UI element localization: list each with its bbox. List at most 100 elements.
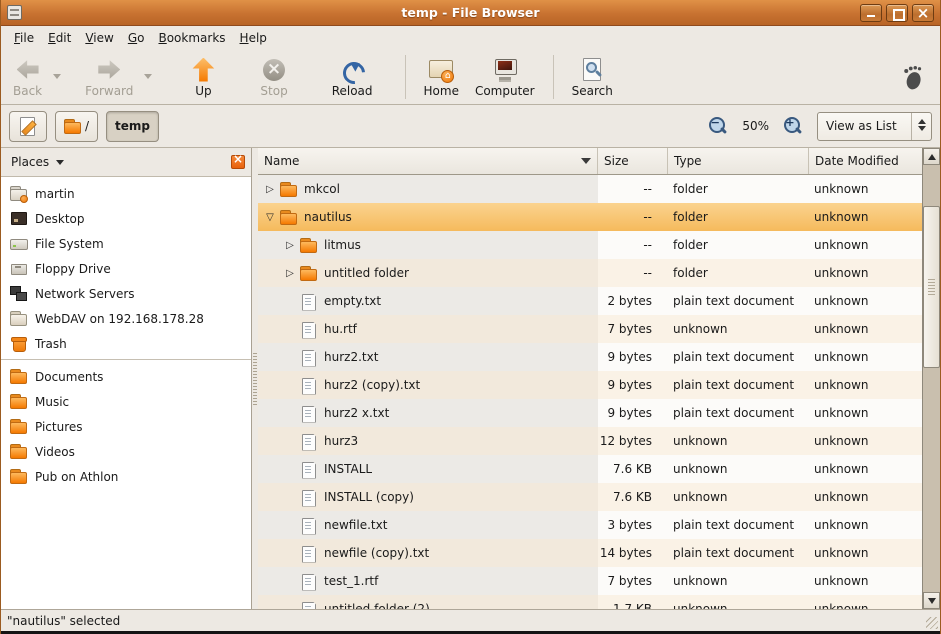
table-row[interactable]: untitled folder -- folder unknown xyxy=(258,259,922,287)
table-row[interactable]: untitled folder (2) 1.7 KB unknown unkno… xyxy=(258,595,922,609)
stop-icon xyxy=(261,57,287,83)
file-size: -- xyxy=(598,231,668,259)
toggle-location-entry-button[interactable] xyxy=(9,111,47,142)
file-name: test_1.rtf xyxy=(324,574,378,588)
sidebar-place-item[interactable]: Network Servers xyxy=(1,281,251,306)
scrollbar-thumb[interactable] xyxy=(923,206,940,368)
column-header-date-modified[interactable]: Date Modified xyxy=(809,148,940,174)
view-mode-select[interactable]: View as List xyxy=(817,112,932,141)
table-row[interactable]: INSTALL (copy) 7.6 KB unknown unknown xyxy=(258,483,922,511)
row-expander-icon[interactable] xyxy=(262,212,278,223)
stop-button[interactable]: Stop xyxy=(252,54,295,100)
file-size: 14 bytes xyxy=(598,539,668,567)
search-button[interactable]: Search xyxy=(564,54,621,100)
file-type-icon xyxy=(300,322,317,337)
file-type: unknown xyxy=(668,595,809,609)
menu-item[interactable]: Edit xyxy=(41,28,78,48)
sidebar-close-button[interactable] xyxy=(231,155,245,169)
sidebar-place-item[interactable]: Pub on Athlon xyxy=(1,464,251,489)
menu-item[interactable]: View xyxy=(78,28,120,48)
sidebar-place-item[interactable]: Floppy Drive xyxy=(1,256,251,281)
column-header-name[interactable]: Name xyxy=(258,148,598,174)
table-row[interactable]: litmus -- folder unknown xyxy=(258,231,922,259)
row-expander-icon[interactable] xyxy=(282,240,298,251)
table-row[interactable]: hurz2.txt 9 bytes plain text document un… xyxy=(258,343,922,371)
file-type: folder xyxy=(668,259,809,287)
file-date-modified: unknown xyxy=(809,427,922,455)
zoom-out-button[interactable]: − xyxy=(706,114,730,138)
zoom-level-label: 50% xyxy=(738,119,773,133)
scroll-down-button[interactable] xyxy=(923,592,940,609)
sidebar-place-item[interactable]: Trash xyxy=(1,331,251,356)
menu-item[interactable]: Bookmarks xyxy=(151,28,232,48)
zoom-in-button[interactable]: + xyxy=(781,114,805,138)
edit-location-icon xyxy=(19,117,37,135)
places-selector-button[interactable]: Places xyxy=(11,155,49,169)
table-row[interactable]: mkcol -- folder unknown xyxy=(258,175,922,203)
file-name: hurz2.txt xyxy=(324,350,378,364)
maximize-button[interactable] xyxy=(886,4,908,22)
forward-dropdown-button[interactable] xyxy=(141,57,154,97)
sidebar-place-item[interactable]: WebDAV on 192.168.178.28 xyxy=(1,306,251,331)
table-row[interactable]: hurz2 x.txt 9 bytes plain text document … xyxy=(258,399,922,427)
vertical-scrollbar[interactable] xyxy=(922,148,940,609)
row-expander-icon[interactable] xyxy=(262,184,278,195)
sidebar-place-item[interactable]: File System xyxy=(1,231,251,256)
table-row[interactable]: nautilus -- folder unknown xyxy=(258,203,922,231)
computer-button[interactable]: Computer xyxy=(467,54,543,100)
pane-grip xyxy=(253,353,257,405)
close-button[interactable] xyxy=(912,4,934,22)
home-button[interactable]: Home xyxy=(416,54,467,100)
sidebar-place-item[interactable]: Music xyxy=(1,389,251,414)
row-expander-icon[interactable] xyxy=(282,268,298,279)
file-date-modified: unknown xyxy=(809,455,922,483)
file-size: -- xyxy=(598,203,668,231)
place-icon xyxy=(10,469,27,484)
place-icon xyxy=(10,236,27,251)
table-row[interactable]: hu.rtf 7 bytes unknown unknown xyxy=(258,315,922,343)
titlebar[interactable]: temp - File Browser xyxy=(1,0,940,26)
location-bar: / temp − 50% + View as List xyxy=(1,105,940,148)
places-list-top: martin Desktop File System Flopp xyxy=(1,177,251,356)
folder-icon xyxy=(64,119,81,134)
file-type-icon xyxy=(300,602,317,610)
sidebar-place-item[interactable]: martin xyxy=(1,181,251,206)
menu-item[interactable]: Go xyxy=(121,28,152,48)
pane-divider[interactable] xyxy=(252,148,258,609)
sidebar-place-item[interactable]: Pictures xyxy=(1,414,251,439)
file-size: 7 bytes xyxy=(598,567,668,595)
column-header-size[interactable]: Size xyxy=(598,148,668,174)
scroll-up-button[interactable] xyxy=(923,148,940,165)
table-row[interactable]: newfile.txt 3 bytes plain text document … xyxy=(258,511,922,539)
table-row[interactable]: hurz2 (copy).txt 9 bytes plain text docu… xyxy=(258,371,922,399)
up-arrow-icon xyxy=(190,57,216,83)
file-type: unknown xyxy=(668,483,809,511)
back-dropdown-button[interactable] xyxy=(50,57,63,97)
file-name: untitled folder xyxy=(324,266,409,280)
column-header-type[interactable]: Type xyxy=(668,148,809,174)
sidebar-place-item[interactable]: Documents xyxy=(1,364,251,389)
scrollbar-track[interactable] xyxy=(923,165,940,592)
file-type-icon xyxy=(300,378,317,393)
reload-button[interactable]: Reload xyxy=(324,54,381,100)
table-row[interactable]: INSTALL 7.6 KB unknown unknown xyxy=(258,455,922,483)
file-type: plain text document xyxy=(668,371,809,399)
resize-grip[interactable] xyxy=(926,617,938,629)
file-type-icon xyxy=(280,182,297,197)
minimize-button[interactable] xyxy=(860,4,882,22)
table-row[interactable]: test_1.rtf 7 bytes unknown unknown xyxy=(258,567,922,595)
forward-button[interactable]: Forward xyxy=(77,54,141,100)
up-button[interactable]: Up xyxy=(182,54,224,100)
table-row[interactable]: empty.txt 2 bytes plain text document un… xyxy=(258,287,922,315)
sidebar-place-item[interactable]: Videos xyxy=(1,439,251,464)
menu-item[interactable]: Help xyxy=(233,28,274,48)
table-row[interactable]: hurz3 12 bytes unknown unknown xyxy=(258,427,922,455)
sidebar-place-item[interactable]: Desktop xyxy=(1,206,251,231)
current-folder-button[interactable]: temp xyxy=(106,111,159,142)
table-row[interactable]: newfile (copy).txt 14 bytes plain text d… xyxy=(258,539,922,567)
back-button[interactable]: Back xyxy=(5,54,50,100)
file-type-icon xyxy=(300,350,317,365)
file-date-modified: unknown xyxy=(809,203,922,231)
root-folder-button[interactable]: / xyxy=(55,111,98,142)
menu-item[interactable]: File xyxy=(7,28,41,48)
